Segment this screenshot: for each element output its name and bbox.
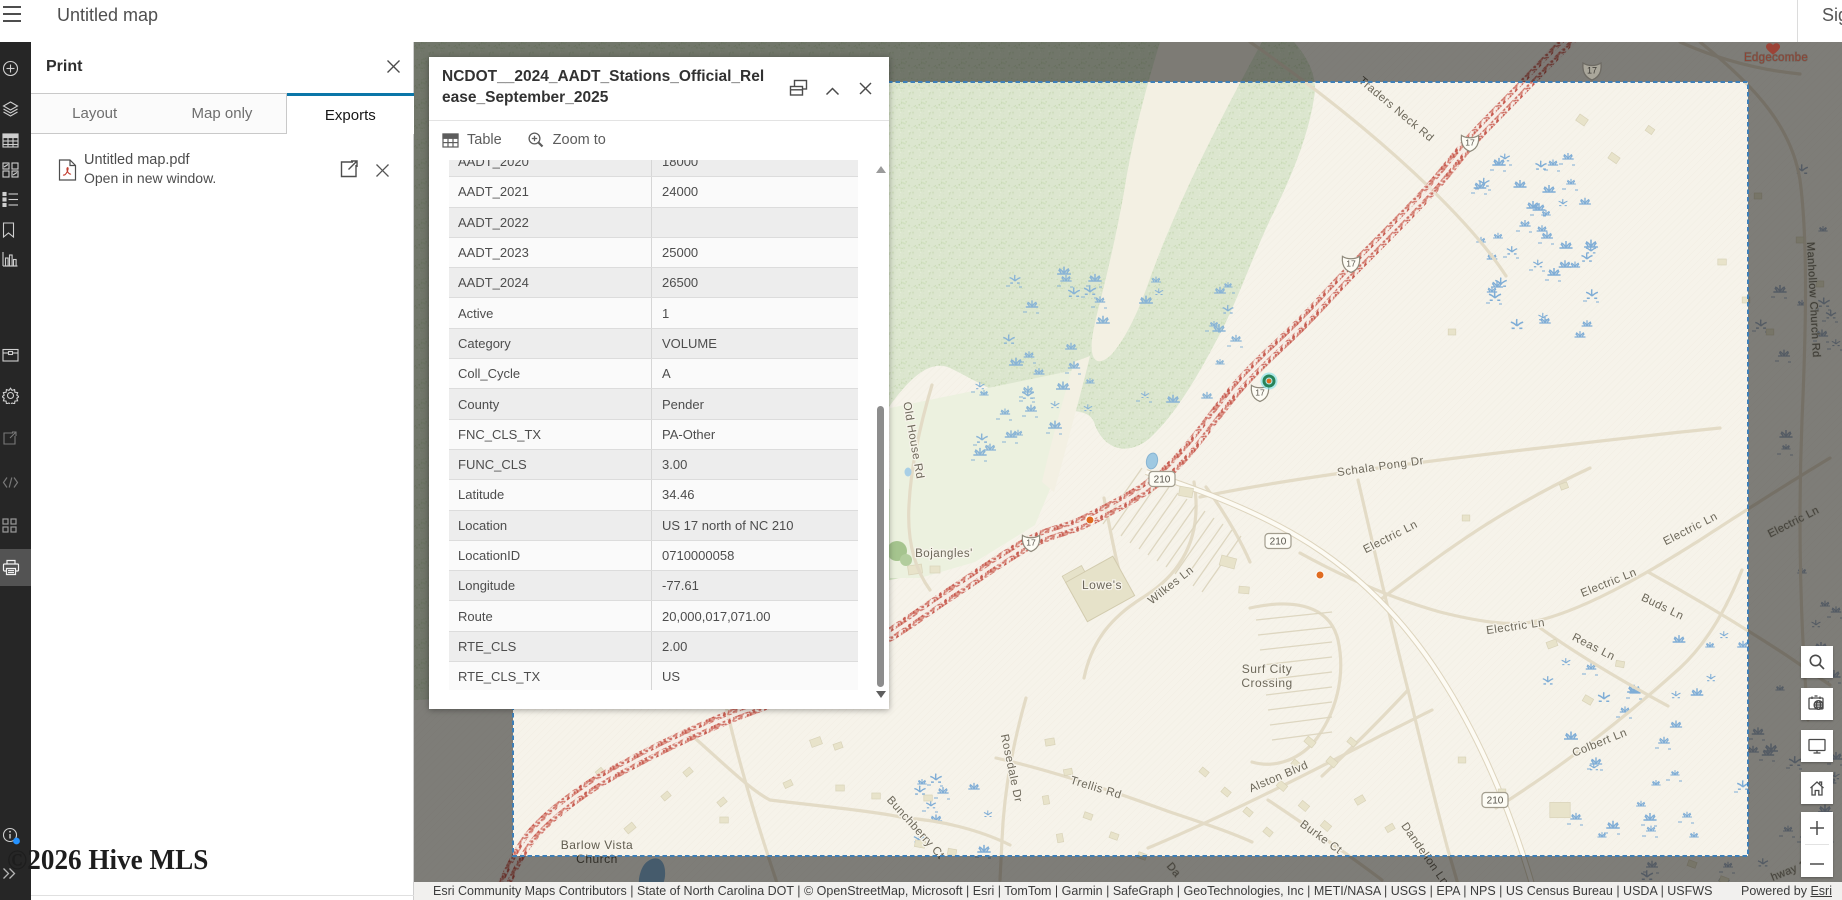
svg-text:Bojangles': Bojangles' <box>915 548 973 560</box>
svg-text:Barlow Vista: Barlow Vista <box>561 838 633 852</box>
svg-text:17: 17 <box>1255 387 1265 397</box>
svg-text:210: 210 <box>1270 537 1287 548</box>
svg-text:17: 17 <box>1587 66 1597 76</box>
svg-text:17: 17 <box>1346 258 1356 268</box>
svg-text:Edgecombe: Edgecombe <box>1744 52 1808 64</box>
svg-text:Lowe's: Lowe's <box>1082 578 1122 592</box>
svg-text:Crossing: Crossing <box>1241 676 1292 690</box>
svg-text:17: 17 <box>1026 537 1036 547</box>
svg-text:17: 17 <box>1465 137 1475 147</box>
svg-text:210: 210 <box>1154 475 1171 486</box>
svg-text:210: 210 <box>1487 796 1504 807</box>
svg-text:Surf City: Surf City <box>1242 662 1293 676</box>
